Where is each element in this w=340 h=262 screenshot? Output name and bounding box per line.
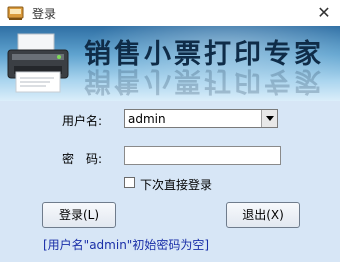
- username-combobox[interactable]: admin: [124, 109, 278, 128]
- login-window: 登录 ✕ 销售小票打印专家 销售小票打印专家 用户名: admin 密 码: 下…: [0, 0, 340, 262]
- auto-login-checkbox[interactable]: [124, 177, 135, 188]
- exit-button[interactable]: 退出(X): [226, 202, 300, 228]
- chevron-down-icon: [266, 116, 274, 121]
- login-button[interactable]: 登录(L): [42, 202, 116, 228]
- auto-login-label[interactable]: 下次直接登录: [140, 176, 212, 193]
- app-icon: [7, 5, 24, 21]
- window-title: 登录: [32, 7, 57, 21]
- banner: 销售小票打印专家 销售小票打印专家: [0, 26, 340, 101]
- close-button[interactable]: ✕: [308, 0, 340, 26]
- title-bar: 登录 ✕: [0, 0, 340, 26]
- password-field[interactable]: [124, 146, 281, 165]
- username-label: 用户名:: [62, 114, 103, 128]
- hint-text: [用户名"admin"初始密码为空]: [43, 238, 210, 252]
- username-value: admin: [128, 112, 166, 126]
- printer-icon: [4, 32, 72, 96]
- password-label: 密 码:: [62, 152, 103, 166]
- dropdown-button[interactable]: [261, 110, 277, 127]
- banner-title-reflection: 销售小票打印专家: [84, 65, 324, 96]
